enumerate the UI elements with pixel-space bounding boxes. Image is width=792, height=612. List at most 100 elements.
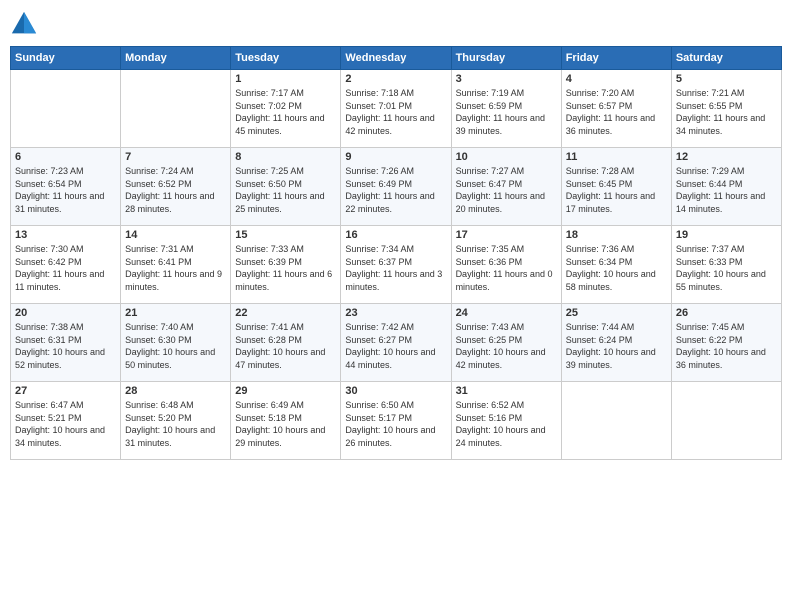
calendar-cell: 18Sunrise: 7:36 AMSunset: 6:34 PMDayligh… (561, 226, 671, 304)
day-number: 25 (566, 307, 667, 319)
calendar-cell: 30 Sunrise: 6:50 AMSunset: 5:17 PMDayligh… (341, 382, 451, 460)
calendar-header-wednesday: Wednesday (341, 47, 451, 70)
calendar-cell: 5 Sunrise: 7:21 AMSunset: 6:55 PMDaylight… (671, 70, 781, 148)
calendar-cell: 27 Sunrise: 6:47 AMSunset: 5:21 PMDayligh… (11, 382, 121, 460)
day-number: 5 (676, 73, 777, 85)
calendar-cell: 11 Sunrise: 7:28 AMSunset: 6:45 PMDayligh… (561, 148, 671, 226)
calendar-header-friday: Friday (561, 47, 671, 70)
day-number: 30 (345, 385, 446, 397)
calendar-cell: 12 Sunrise: 7:29 AMSunset: 6:44 PMDayligh… (671, 148, 781, 226)
header (10, 10, 782, 38)
day-info: Sunrise: 7:41 AMSunset: 6:28 PMDaylight:… (235, 321, 336, 371)
day-number: 9 (345, 151, 446, 163)
day-number: 10 (456, 151, 557, 163)
day-number: 4 (566, 73, 667, 85)
day-info: Sunrise: 7:34 AMSunset: 6:37 PMDaylight:… (345, 243, 446, 293)
day-number: 3 (456, 73, 557, 85)
calendar: SundayMondayTuesdayWednesdayThursdayFrid… (10, 46, 782, 460)
logo-icon (10, 10, 38, 38)
calendar-cell: 25Sunrise: 7:44 AMSunset: 6:24 PMDayligh… (561, 304, 671, 382)
day-info: Sunrise: 7:38 AMSunset: 6:31 PMDaylight:… (15, 321, 116, 371)
day-number: 19 (676, 229, 777, 241)
day-number: 15 (235, 229, 336, 241)
calendar-cell: 24 Sunrise: 7:43 AMSunset: 6:25 PMDayligh… (451, 304, 561, 382)
day-info: Sunrise: 7:26 AMSunset: 6:49 PMDaylight:… (345, 165, 446, 215)
calendar-week-3: 13 Sunrise: 7:30 AMSunset: 6:42 PMDayligh… (11, 226, 782, 304)
day-info: Sunrise: 7:29 AMSunset: 6:44 PMDaylight:… (676, 165, 777, 215)
calendar-cell: 14Sunrise: 7:31 AMSunset: 6:41 PMDayligh… (121, 226, 231, 304)
day-info: Sunrise: 7:19 AMSunset: 6:59 PMDaylight:… (456, 87, 557, 137)
day-info: Sunrise: 7:28 AMSunset: 6:45 PMDaylight:… (566, 165, 667, 215)
calendar-week-4: 20 Sunrise: 7:38 AMSunset: 6:31 PMDayligh… (11, 304, 782, 382)
day-number: 20 (15, 307, 116, 319)
day-info: Sunrise: 7:20 AMSunset: 6:57 PMDaylight:… (566, 87, 667, 137)
day-info: Sunrise: 7:31 AMSunset: 6:41 PMDaylight:… (125, 243, 226, 293)
day-info: Sunrise: 7:33 AMSunset: 6:39 PMDaylight:… (235, 243, 336, 293)
day-info: Sunrise: 7:21 AMSunset: 6:55 PMDaylight:… (676, 87, 777, 137)
day-info: Sunrise: 7:27 AMSunset: 6:47 PMDaylight:… (456, 165, 557, 215)
calendar-cell (671, 382, 781, 460)
calendar-cell: 15 Sunrise: 7:33 AMSunset: 6:39 PMDayligh… (231, 226, 341, 304)
day-info: Sunrise: 7:23 AMSunset: 6:54 PMDaylight:… (15, 165, 116, 215)
day-number: 22 (235, 307, 336, 319)
calendar-week-2: 6 Sunrise: 7:23 AMSunset: 6:54 PMDaylight… (11, 148, 782, 226)
day-number: 29 (235, 385, 336, 397)
calendar-cell (121, 70, 231, 148)
calendar-cell (11, 70, 121, 148)
day-number: 1 (235, 73, 336, 85)
calendar-cell (561, 382, 671, 460)
day-info: Sunrise: 7:30 AMSunset: 6:42 PMDaylight:… (15, 243, 116, 293)
calendar-cell: 2 Sunrise: 7:18 AMSunset: 7:01 PMDaylight… (341, 70, 451, 148)
day-info: Sunrise: 7:45 AMSunset: 6:22 PMDaylight:… (676, 321, 777, 371)
calendar-cell: 21Sunrise: 7:40 AMSunset: 6:30 PMDayligh… (121, 304, 231, 382)
day-number: 13 (15, 229, 116, 241)
calendar-cell: 7 Sunrise: 7:24 AMSunset: 6:52 PMDaylight… (121, 148, 231, 226)
calendar-cell: 23 Sunrise: 7:42 AMSunset: 6:27 PMDayligh… (341, 304, 451, 382)
day-info: Sunrise: 7:18 AMSunset: 7:01 PMDaylight:… (345, 87, 446, 137)
calendar-cell: 17 Sunrise: 7:35 AMSunset: 6:36 PMDayligh… (451, 226, 561, 304)
day-number: 17 (456, 229, 557, 241)
day-info: Sunrise: 7:42 AMSunset: 6:27 PMDaylight:… (345, 321, 446, 371)
day-info: Sunrise: 6:50 AMSunset: 5:17 PMDaylight:… (345, 399, 446, 449)
calendar-cell: 29 Sunrise: 6:49 AMSunset: 5:18 PMDayligh… (231, 382, 341, 460)
day-info: Sunrise: 7:25 AMSunset: 6:50 PMDaylight:… (235, 165, 336, 215)
calendar-header-tuesday: Tuesday (231, 47, 341, 70)
day-number: 12 (676, 151, 777, 163)
logo (10, 10, 42, 38)
calendar-week-1: 1 Sunrise: 7:17 AMSunset: 7:02 PMDaylight… (11, 70, 782, 148)
day-info: Sunrise: 6:49 AMSunset: 5:18 PMDaylight:… (235, 399, 336, 449)
day-number: 26 (676, 307, 777, 319)
calendar-cell: 31Sunrise: 6:52 AMSunset: 5:16 PMDayligh… (451, 382, 561, 460)
calendar-cell: 20 Sunrise: 7:38 AMSunset: 6:31 PMDayligh… (11, 304, 121, 382)
calendar-cell: 8 Sunrise: 7:25 AMSunset: 6:50 PMDaylight… (231, 148, 341, 226)
day-info: Sunrise: 6:47 AMSunset: 5:21 PMDaylight:… (15, 399, 116, 449)
calendar-cell: 26 Sunrise: 7:45 AMSunset: 6:22 PMDayligh… (671, 304, 781, 382)
calendar-header-sunday: Sunday (11, 47, 121, 70)
day-number: 7 (125, 151, 226, 163)
calendar-cell: 13 Sunrise: 7:30 AMSunset: 6:42 PMDayligh… (11, 226, 121, 304)
day-number: 6 (15, 151, 116, 163)
day-info: Sunrise: 7:17 AMSunset: 7:02 PMDaylight:… (235, 87, 336, 137)
day-info: Sunrise: 6:48 AMSunset: 5:20 PMDaylight:… (125, 399, 226, 449)
calendar-cell: 3 Sunrise: 7:19 AMSunset: 6:59 PMDaylight… (451, 70, 561, 148)
day-info: Sunrise: 7:35 AMSunset: 6:36 PMDaylight:… (456, 243, 557, 293)
page: SundayMondayTuesdayWednesdayThursdayFrid… (0, 0, 792, 612)
day-info: Sunrise: 7:24 AMSunset: 6:52 PMDaylight:… (125, 165, 226, 215)
calendar-cell: 22 Sunrise: 7:41 AMSunset: 6:28 PMDayligh… (231, 304, 341, 382)
day-info: Sunrise: 6:52 AMSunset: 5:16 PMDaylight:… (456, 399, 557, 449)
day-number: 8 (235, 151, 336, 163)
day-number: 27 (15, 385, 116, 397)
day-number: 2 (345, 73, 446, 85)
calendar-header-row: SundayMondayTuesdayWednesdayThursdayFrid… (11, 47, 782, 70)
calendar-header-thursday: Thursday (451, 47, 561, 70)
day-number: 11 (566, 151, 667, 163)
calendar-cell: 6 Sunrise: 7:23 AMSunset: 6:54 PMDaylight… (11, 148, 121, 226)
day-number: 16 (345, 229, 446, 241)
calendar-cell: 1 Sunrise: 7:17 AMSunset: 7:02 PMDaylight… (231, 70, 341, 148)
calendar-cell: 19Sunrise: 7:37 AMSunset: 6:33 PMDayligh… (671, 226, 781, 304)
day-number: 23 (345, 307, 446, 319)
day-info: Sunrise: 7:43 AMSunset: 6:25 PMDaylight:… (456, 321, 557, 371)
calendar-cell: 9 Sunrise: 7:26 AMSunset: 6:49 PMDaylight… (341, 148, 451, 226)
day-info: Sunrise: 7:40 AMSunset: 6:30 PMDaylight:… (125, 321, 226, 371)
day-number: 24 (456, 307, 557, 319)
